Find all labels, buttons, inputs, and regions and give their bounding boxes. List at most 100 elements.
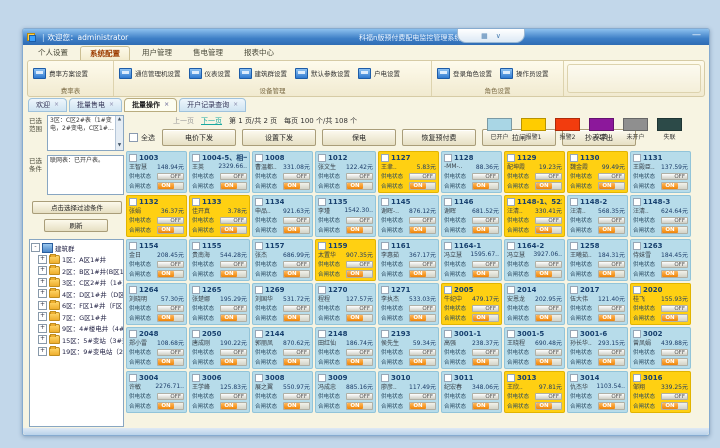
ribbon-tab[interactable]: 报表中心 (235, 46, 283, 60)
room-card[interactable]: 3016 邹翔 339.25元 供电状态 OFF 合闸状态 ON (630, 371, 691, 413)
gate-status-toggle[interactable]: ON (346, 182, 373, 190)
close-icon[interactable]: × (164, 102, 169, 108)
expand-icon[interactable]: + (38, 312, 47, 321)
expand-icon[interactable]: + (38, 301, 47, 310)
scroll-up-icon[interactable]: ▲ (118, 117, 121, 123)
room-checkbox[interactable] (633, 154, 641, 162)
room-card[interactable]: 1148-1、522 汪清.. 330.41元 供电状态 OFF 合闸状态 ON (504, 195, 565, 237)
room-checkbox[interactable] (507, 286, 515, 294)
ribbon-button[interactable]: 通信管理机设置 (119, 68, 181, 79)
room-card[interactable]: 1269 刘国华 531.72元 供电状态 OFF 合闸状态 ON (252, 283, 313, 325)
room-checkbox[interactable] (255, 154, 263, 162)
room-card[interactable]: 2014 安恩龙 202.95元 供电状态 OFF 合闸状态 ON (504, 283, 565, 325)
supply-status-toggle[interactable]: OFF (661, 349, 688, 357)
choose-filter-button[interactable]: 点击选择过滤条件 (32, 201, 122, 214)
ribbon-tab[interactable]: 用户管理 (133, 46, 181, 60)
document-tab[interactable]: 批量操作 × (124, 98, 177, 112)
room-card[interactable]: 3014 仇杰华 1103.54.. 供电状态 OFF 合闸状态 ON (567, 371, 628, 413)
gate-status-toggle[interactable]: ON (283, 182, 310, 190)
room-checkbox[interactable] (192, 374, 200, 382)
refresh-button[interactable]: 刷新 (44, 219, 108, 232)
room-card[interactable]: 1271 李执杰 533.03元 供电状态 OFF 合闸状态 ON (378, 283, 439, 325)
tree-item[interactable]: + 2区：B区1#井(B区1#) (31, 265, 122, 277)
room-card[interactable]: 3001-1 高强 238.37元 供电状态 OFF 合闸状态 ON (441, 327, 502, 369)
supply-status-toggle[interactable]: OFF (157, 349, 184, 357)
ribbon-button[interactable]: 默认参数设置 (295, 68, 350, 79)
room-card[interactable]: 2193 侯先生 59.34元 供电状态 OFF 合闸状态 ON (378, 327, 439, 369)
supply-status-toggle[interactable]: OFF (346, 393, 373, 401)
gate-status-toggle[interactable]: ON (535, 314, 562, 322)
supply-status-toggle[interactable]: OFF (598, 305, 625, 313)
gate-status-toggle[interactable]: ON (220, 358, 247, 366)
room-checkbox[interactable] (507, 198, 515, 206)
supply-status-toggle[interactable]: OFF (535, 349, 562, 357)
room-checkbox[interactable] (633, 242, 641, 250)
document-tab[interactable]: 批量售电 × (69, 98, 122, 112)
supply-status-toggle[interactable]: OFF (346, 349, 373, 357)
minimize-button[interactable]: — (689, 31, 704, 41)
gate-status-toggle[interactable]: ON (598, 402, 625, 410)
gate-status-toggle[interactable]: ON (472, 226, 499, 234)
gate-status-toggle[interactable]: ON (598, 182, 625, 190)
room-card[interactable]: 1003 王智慧 148.94元 供电状态 OFF 合闸状态 ON (126, 151, 187, 193)
room-checkbox[interactable] (255, 374, 263, 382)
room-checkbox[interactable] (633, 330, 641, 338)
room-card[interactable]: 1004-5、相一 王英 2329.66.. 供电状态 OFF 合闸状态 ON (189, 151, 250, 193)
room-checkbox[interactable] (192, 286, 200, 294)
tree-item[interactable]: + 1区：A区1#井 (31, 254, 122, 266)
room-checkbox[interactable] (444, 286, 452, 294)
supply-status-toggle[interactable]: OFF (283, 393, 310, 401)
expand-icon[interactable]: + (38, 255, 47, 264)
supply-status-toggle[interactable]: OFF (661, 217, 688, 225)
gate-status-toggle[interactable]: ON (472, 270, 499, 278)
titlebar-quick-menu[interactable]: ▦ ∨ (457, 29, 525, 43)
room-card[interactable]: 1135 李瑾 1542.30.. 供电状态 OFF 合闸状态 ON (315, 195, 376, 237)
room-card[interactable]: 1154 金日 208.45元 供电状态 OFF 合闸状态 ON (126, 239, 187, 281)
room-checkbox[interactable] (381, 330, 389, 338)
room-card[interactable]: 2020 桂飞 155.93元 供电状态 OFF 合闸状态 ON (630, 283, 691, 325)
room-checkbox[interactable] (507, 330, 515, 338)
gate-status-toggle[interactable]: ON (220, 314, 247, 322)
room-card[interactable]: 1164-2 冯立慧 3927.06.. 供电状态 OFF 合闸状态 ON (504, 239, 565, 281)
tree-item[interactable]: + 7区：G区1#井 (31, 311, 122, 323)
room-card[interactable]: 1008 曹温都.. 331.08元 供电状态 OFF 合闸状态 ON (252, 151, 313, 193)
supply-status-toggle[interactable]: OFF (346, 305, 373, 313)
ribbon-tab[interactable]: 个人设置 (29, 46, 77, 60)
supply-status-toggle[interactable]: OFF (409, 393, 436, 401)
supply-status-toggle[interactable]: OFF (472, 217, 499, 225)
room-checkbox[interactable] (381, 198, 389, 206)
supply-status-toggle[interactable]: OFF (220, 305, 247, 313)
room-card[interactable]: 1145 谢晖-.. 876.12元 供电状态 OFF 合闸状态 ON (378, 195, 439, 237)
supply-status-toggle[interactable]: OFF (598, 261, 625, 269)
room-checkbox[interactable] (318, 242, 326, 250)
room-checkbox[interactable] (129, 198, 137, 206)
room-checkbox[interactable] (318, 330, 326, 338)
room-checkbox[interactable] (129, 374, 137, 382)
room-card[interactable]: 1128 -MM-.. 88.36元 供电状态 OFF 合闸状态 ON (441, 151, 502, 193)
ribbon-button[interactable]: 户电设置 (358, 68, 400, 79)
gate-status-toggle[interactable]: ON (220, 270, 247, 278)
expand-icon[interactable]: + (38, 335, 47, 344)
supply-status-toggle[interactable]: OFF (598, 217, 625, 225)
prev-page-link[interactable]: 上一页 (173, 116, 194, 126)
supply-status-toggle[interactable]: OFF (409, 261, 436, 269)
room-checkbox[interactable] (570, 154, 578, 162)
supply-status-toggle[interactable]: OFF (535, 261, 562, 269)
room-checkbox[interactable] (570, 286, 578, 294)
close-icon[interactable]: × (54, 102, 59, 108)
supply-status-toggle[interactable]: OFF (220, 173, 247, 181)
room-card[interactable]: 1133 佳开真 3.78元 供电状态 OFF 合闸状态 ON (189, 195, 250, 237)
supply-status-toggle[interactable]: OFF (598, 173, 625, 181)
supply-status-toggle[interactable]: OFF (661, 305, 688, 313)
room-card[interactable]: 1159 太置华 907.35元 供电状态 OFF 合闸状态 ON (315, 239, 376, 281)
room-card[interactable]: 3008 展之翼 550.97元 供电状态 OFF 合闸状态 ON (252, 371, 313, 413)
supply-status-toggle[interactable]: OFF (535, 305, 562, 313)
close-icon[interactable]: × (109, 102, 114, 108)
room-checkbox[interactable] (318, 374, 326, 382)
supply-status-toggle[interactable]: OFF (409, 173, 436, 181)
action-button[interactable]: 设置下发 (242, 129, 316, 146)
room-checkbox[interactable] (318, 198, 326, 206)
ribbon-button[interactable]: 仪表设置 (189, 68, 231, 79)
gate-status-toggle[interactable]: ON (661, 402, 688, 410)
gate-status-toggle[interactable]: ON (535, 270, 562, 278)
